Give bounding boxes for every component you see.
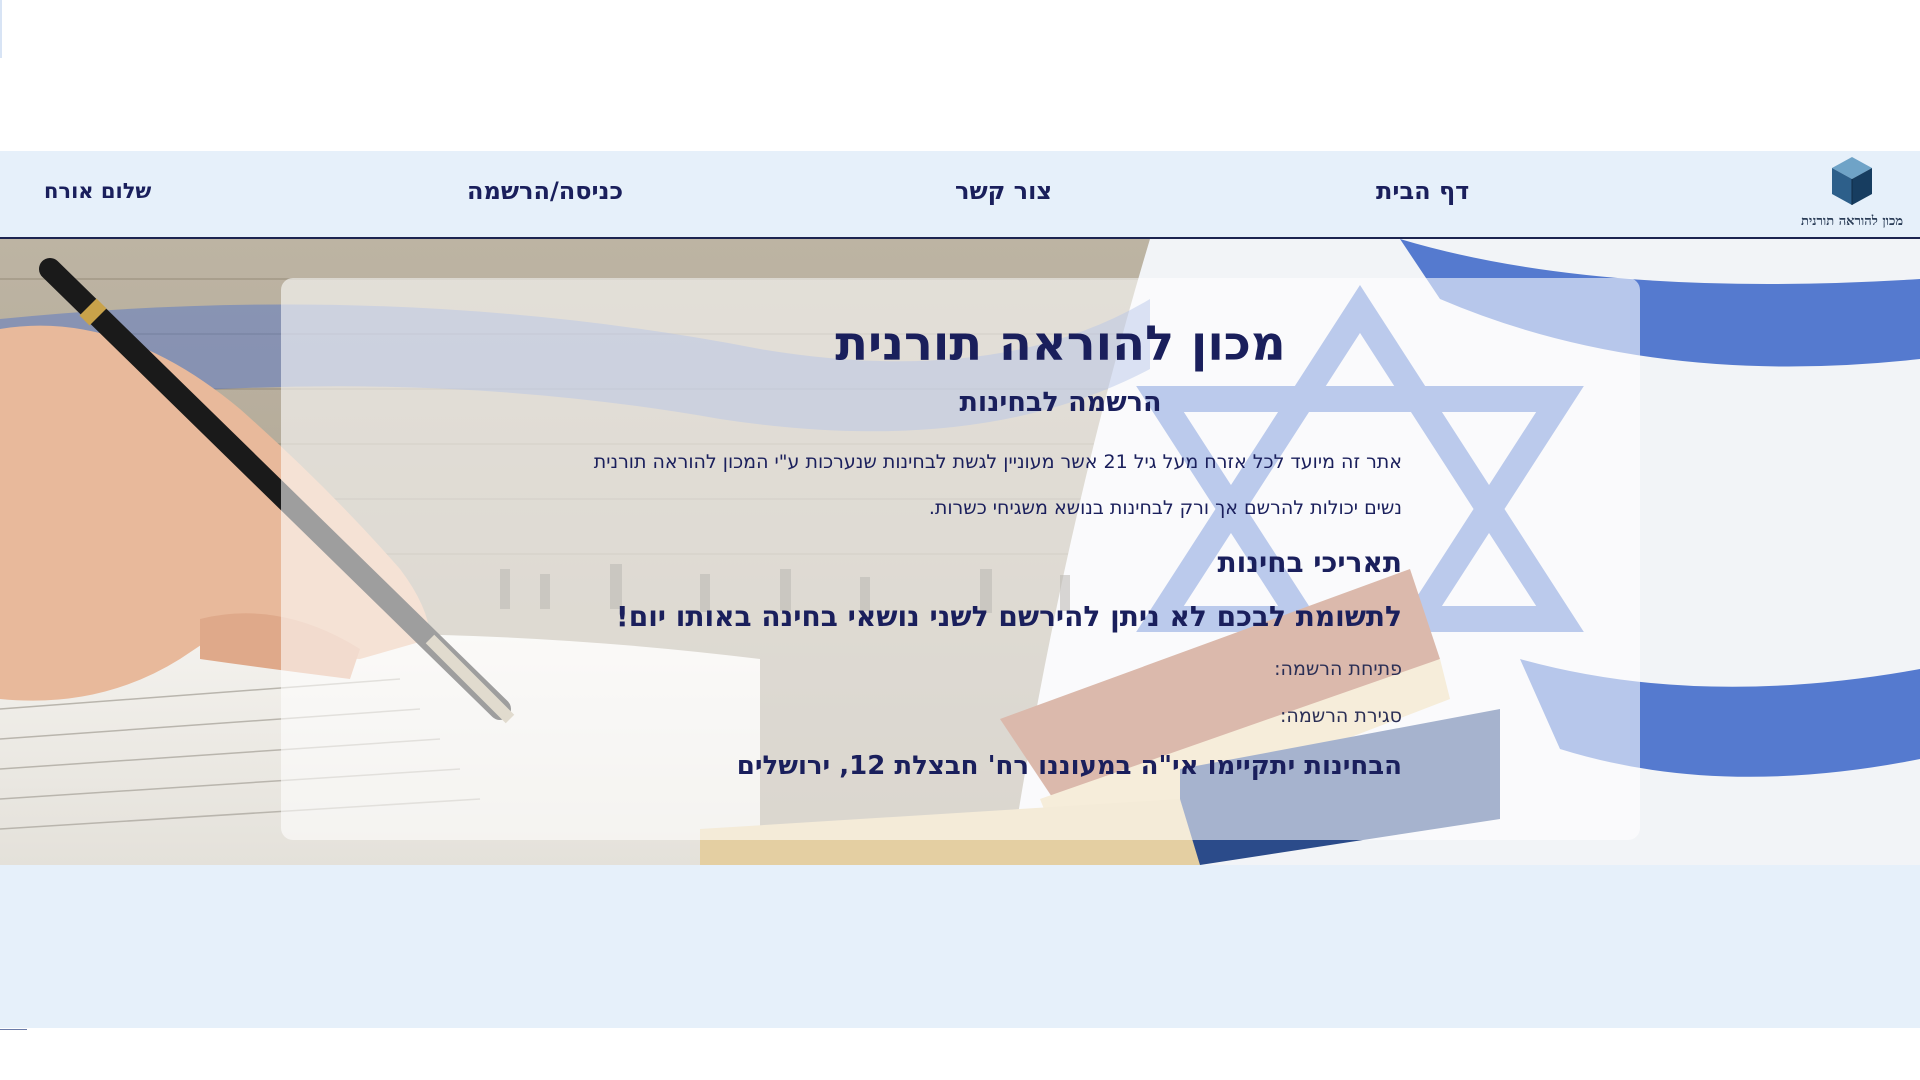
registration-close-label: סגירת הרשמה: xyxy=(1280,705,1402,727)
info-card: מכון להוראה תורנית הרשמה לבחינות אתר זה … xyxy=(281,278,1640,840)
site-logo[interactable]: מכון להוראה תורנית xyxy=(1790,155,1914,235)
below-hero-area xyxy=(0,865,1920,1028)
women-eligibility-text: נשים יכולות להרשם אך ורק לבחינות בנושא מ… xyxy=(928,497,1402,519)
hero-section: מכון להוראה תורנית הרשמה לבחינות אתר זה … xyxy=(0,239,1920,865)
logo-text: מכון להוראה תורנית xyxy=(1800,214,1904,229)
top-blank-area xyxy=(0,0,1920,151)
exam-location: הבחינות יתקיימו אי"ה במעוננו רח' חבצלת 1… xyxy=(736,751,1402,781)
guest-greeting: שלום אורח xyxy=(44,179,152,203)
nav-login-register-link[interactable]: כניסה/הרשמה xyxy=(467,177,623,205)
nav-home-link[interactable]: דף הבית xyxy=(1376,177,1469,205)
main-navbar: מכון להוראה תורנית דף הבית צור קשר כניסה… xyxy=(0,151,1920,239)
nav-contact-link[interactable]: צור קשר xyxy=(955,177,1052,205)
page-subtitle: הרשמה לבחינות xyxy=(959,387,1162,418)
exam-dates-heading: תאריכי בחינות xyxy=(1217,546,1402,579)
eligibility-text: אתר זה מיועד לכל אזרח מעל גיל 21 אשר מעו… xyxy=(593,451,1402,473)
edge-marker xyxy=(0,0,2,58)
cube-icon xyxy=(1832,157,1872,205)
registration-open-label: פתיחת הרשמה: xyxy=(1274,658,1402,680)
bottom-marker xyxy=(0,1029,27,1030)
registration-warning: לתשומת לבכם לא ניתן להירשם לשני נושאי בח… xyxy=(615,600,1402,633)
page-title: מכון להוראה תורנית xyxy=(835,316,1286,372)
